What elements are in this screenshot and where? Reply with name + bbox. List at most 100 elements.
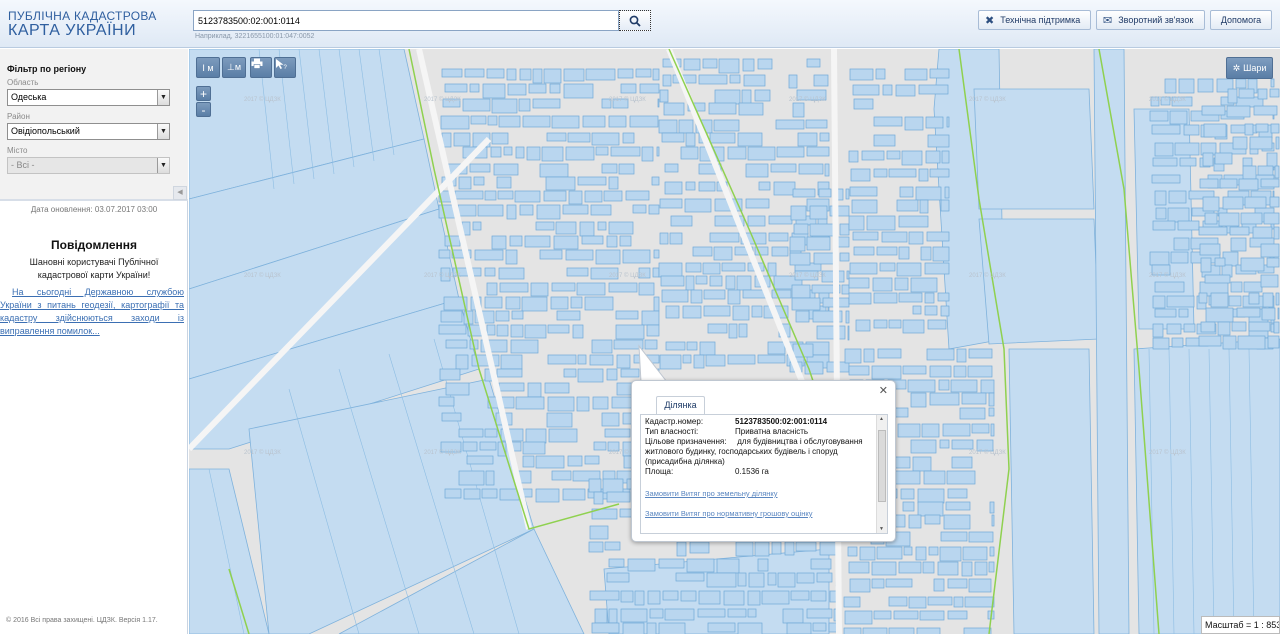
parcel[interactable]	[1152, 295, 1166, 309]
parcel[interactable]	[1226, 105, 1251, 118]
parcel[interactable]	[793, 223, 809, 235]
parcel[interactable]	[924, 305, 938, 316]
parcel[interactable]	[932, 246, 950, 262]
popup-scrollbar[interactable]: ▲ ▼	[876, 415, 887, 533]
parcel[interactable]	[567, 455, 583, 467]
parcel[interactable]	[743, 74, 766, 87]
parcel[interactable]	[956, 348, 967, 363]
parcel[interactable]	[873, 292, 898, 304]
parcel[interactable]	[525, 428, 547, 444]
parcel[interactable]	[942, 423, 971, 437]
parcel[interactable]	[1269, 196, 1280, 208]
parcel[interactable]	[727, 289, 741, 305]
parcel[interactable]	[445, 382, 470, 396]
parcel[interactable]	[941, 150, 950, 164]
parcel[interactable]	[798, 163, 824, 175]
parcel[interactable]	[967, 365, 993, 378]
parcel[interactable]	[707, 323, 728, 334]
parcel[interactable]	[1178, 78, 1195, 94]
parcel[interactable]	[940, 199, 950, 212]
parcel[interactable]	[568, 190, 583, 205]
parcel[interactable]	[603, 190, 623, 202]
parcel[interactable]	[546, 132, 567, 142]
parcel[interactable]	[844, 348, 862, 364]
order-valuation-extract-link[interactable]: Замовити Витяг про нормативну грошову оц…	[645, 509, 873, 519]
parcel[interactable]	[545, 176, 576, 191]
parcel[interactable]	[898, 215, 929, 228]
parcel[interactable]	[1230, 281, 1243, 293]
parcel[interactable]	[968, 578, 992, 593]
parcel[interactable]	[845, 310, 850, 324]
parcel[interactable]	[625, 190, 650, 201]
parcel[interactable]	[849, 578, 871, 593]
parcel[interactable]	[499, 282, 529, 293]
parcel[interactable]	[484, 296, 503, 309]
parcel[interactable]	[806, 146, 830, 157]
parcel[interactable]	[1151, 174, 1181, 184]
parcel[interactable]	[1269, 88, 1280, 98]
parcel[interactable]	[1154, 281, 1185, 293]
parcel[interactable]	[896, 199, 919, 212]
parcel[interactable]	[657, 98, 660, 108]
parcel[interactable]	[849, 186, 878, 197]
parcel[interactable]	[908, 514, 922, 529]
parcel[interactable]	[591, 622, 620, 634]
parcel[interactable]	[795, 541, 817, 552]
parcel[interactable]	[863, 348, 875, 363]
parcel[interactable]	[961, 392, 987, 405]
parcel[interactable]	[491, 132, 509, 145]
parcel[interactable]	[873, 319, 888, 329]
parcel[interactable]	[439, 368, 461, 381]
parcel[interactable]	[582, 115, 606, 128]
parcel[interactable]	[946, 470, 976, 485]
measure-area-button[interactable]: ⊥м	[222, 57, 246, 78]
parcel[interactable]	[951, 456, 973, 469]
parcel[interactable]	[703, 289, 726, 300]
parcel[interactable]	[641, 146, 654, 162]
parcel[interactable]	[693, 354, 705, 369]
parcel[interactable]	[895, 84, 916, 97]
parcel[interactable]	[1168, 190, 1187, 204]
parcel[interactable]	[458, 176, 472, 190]
parcel[interactable]	[550, 296, 569, 310]
parcel[interactable]	[608, 115, 627, 128]
parcel[interactable]	[474, 249, 504, 261]
parcel[interactable]	[496, 368, 523, 378]
parcel[interactable]	[703, 305, 731, 317]
parcel[interactable]	[853, 246, 875, 256]
parcel[interactable]	[551, 115, 580, 129]
parcel[interactable]	[748, 572, 765, 588]
parcel[interactable]	[852, 84, 880, 96]
parcel[interactable]	[850, 168, 871, 182]
parcel[interactable]	[1149, 251, 1170, 266]
parcel[interactable]	[757, 58, 773, 70]
parcel[interactable]	[903, 546, 913, 556]
parcel[interactable]	[556, 310, 581, 321]
parcel[interactable]	[548, 428, 578, 443]
parcel[interactable]	[627, 558, 656, 572]
parcel[interactable]	[771, 246, 789, 257]
parcel[interactable]	[971, 423, 990, 434]
parcel[interactable]	[924, 292, 935, 304]
parcel[interactable]	[581, 235, 604, 245]
parcel[interactable]	[937, 561, 959, 576]
parcel[interactable]	[1151, 124, 1181, 135]
parcel[interactable]	[593, 491, 604, 505]
parcel[interactable]	[584, 296, 614, 311]
parcel[interactable]	[782, 608, 804, 624]
parcel[interactable]	[926, 231, 950, 242]
parcel[interactable]	[767, 341, 786, 355]
parcel[interactable]	[861, 150, 885, 161]
parcel[interactable]	[847, 325, 850, 341]
parcel[interactable]	[608, 558, 625, 568]
parcel[interactable]	[742, 58, 755, 72]
parcel[interactable]	[1248, 292, 1260, 305]
parcel[interactable]	[925, 116, 944, 129]
parcel[interactable]	[925, 150, 941, 164]
parcel[interactable]	[594, 608, 608, 624]
parcel[interactable]	[484, 428, 498, 438]
parcel[interactable]	[788, 74, 798, 89]
cadastral-map[interactable]: 2017 © ЦДЗК 2017 © ЦДЗК 2017 © ЦДЗК 2017 © …	[189, 49, 1280, 634]
parcel[interactable]	[1244, 123, 1254, 136]
parcel[interactable]	[658, 622, 686, 634]
